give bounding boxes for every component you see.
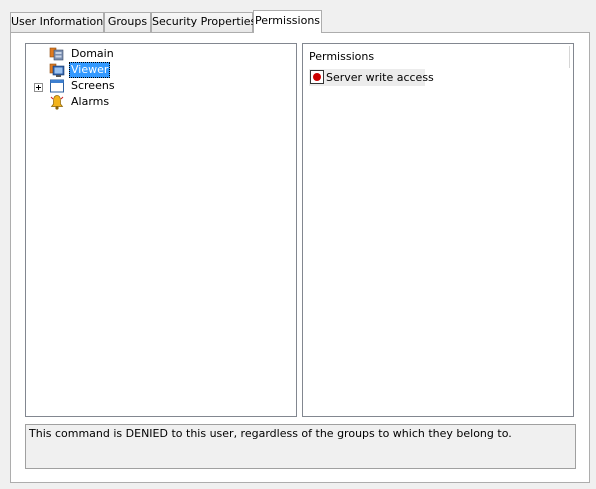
- object-tree[interactable]: Domain Viewer Screens Alarms: [25, 43, 297, 417]
- tree-item-label: Viewer: [69, 62, 111, 78]
- permissions-tab-page: Domain Viewer Screens Alarms Permissions…: [10, 32, 590, 483]
- domain-icon: [49, 47, 64, 61]
- expand-toggle-icon[interactable]: [34, 83, 43, 92]
- tab-label: Groups: [107, 15, 148, 28]
- tab-label: User Information: [11, 15, 104, 28]
- permissions-header: Permissions: [309, 50, 375, 63]
- alarms-icon: [50, 95, 64, 110]
- tab-user-information[interactable]: User Information: [10, 12, 104, 32]
- status-message: This command is DENIED to this user, reg…: [25, 424, 576, 469]
- tab-security-properties[interactable]: Security Properties: [151, 12, 257, 32]
- permissions-list[interactable]: Permissions Server write access: [302, 43, 574, 417]
- viewer-icon: [49, 63, 65, 77]
- screens-icon: [50, 79, 64, 93]
- denied-record-icon: [310, 70, 324, 84]
- tab-groups[interactable]: Groups: [104, 12, 151, 32]
- tree-item-label: Screens: [71, 79, 115, 92]
- tab-label: Security Properties: [152, 15, 257, 28]
- tab-strip: User Information Groups Security Propert…: [10, 10, 590, 33]
- tree-item-label: Domain: [71, 47, 114, 60]
- list-divider: [569, 46, 570, 68]
- tree-item-label: Alarms: [71, 95, 110, 108]
- permission-label: Server write access: [326, 71, 434, 84]
- tab-permissions[interactable]: Permissions: [253, 10, 322, 33]
- tab-label: Permissions: [254, 14, 321, 27]
- permission-item-server-write-access[interactable]: Server write access: [309, 69, 434, 86]
